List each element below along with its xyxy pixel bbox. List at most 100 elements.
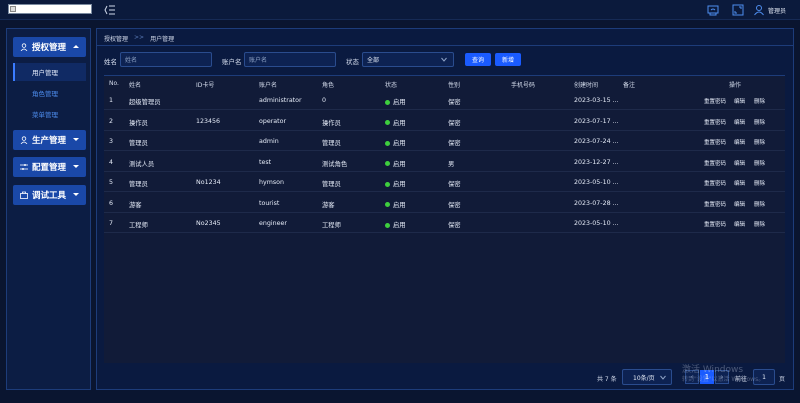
chevron-down-icon bbox=[73, 193, 79, 196]
cell-gender: 男 bbox=[448, 160, 455, 168]
edit-button[interactable]: 编辑 bbox=[734, 159, 745, 167]
admin-label[interactable]: 管理员 bbox=[768, 6, 786, 15]
edit-button[interactable]: 编辑 bbox=[734, 220, 745, 228]
cell-role: 游客 bbox=[322, 201, 335, 209]
menu-group-debug[interactable]: 调试工具 bbox=[13, 185, 86, 205]
person-icon bbox=[20, 136, 28, 144]
page-size-select[interactable]: 10条/页 bbox=[622, 369, 672, 385]
breadcrumb-root[interactable]: 授权管理 bbox=[104, 34, 128, 43]
delete-button[interactable]: 删除 bbox=[754, 179, 765, 187]
divider bbox=[97, 45, 793, 46]
status-text: 启用 bbox=[393, 181, 406, 188]
select-value: 全部 bbox=[367, 57, 380, 64]
reset-button[interactable]: 重置密码 bbox=[704, 179, 726, 187]
cell-id: No2345 bbox=[196, 220, 221, 227]
status-select[interactable]: 全部 bbox=[362, 52, 454, 67]
column-header: 操作 bbox=[729, 82, 742, 89]
cell-status: 启用 bbox=[385, 220, 406, 229]
table-row[interactable]: 7 工程师 No2345 engineer 工程师 启用 保密 2023-05-10 ... 重… bbox=[104, 213, 785, 233]
cell-no: 7 bbox=[109, 220, 114, 227]
breadcrumb: 授权管理 >> 用户管理 bbox=[104, 34, 174, 43]
edit-button[interactable]: 编辑 bbox=[734, 97, 745, 105]
add-button[interactable]: 新增 bbox=[495, 53, 521, 66]
edit-button[interactable]: 编辑 bbox=[734, 179, 745, 187]
delete-button[interactable]: 删除 bbox=[754, 220, 765, 228]
sidebar-item-role-management[interactable]: 角色管理 bbox=[13, 84, 86, 102]
status-dot-icon bbox=[385, 181, 390, 187]
status-dot-icon bbox=[385, 161, 390, 166]
table-row[interactable]: 5 管理员 No1234 hymson 管理员 启用 保密 2023-05-10 ... 重置密… bbox=[104, 172, 785, 192]
cell-account: administrator bbox=[259, 97, 302, 104]
delete-button[interactable]: 删除 bbox=[754, 118, 765, 126]
edit-button[interactable]: 编辑 bbox=[734, 118, 745, 126]
watermark-line: 转到"设置"以激活 Windows。 bbox=[682, 376, 765, 383]
user-icon[interactable] bbox=[753, 4, 765, 16]
select-value: 10条/页 bbox=[633, 374, 655, 382]
cell-no: 2 bbox=[109, 117, 114, 125]
reset-button[interactable]: 重置密码 bbox=[704, 138, 726, 146]
account-filter-label: 账户名 bbox=[222, 58, 242, 66]
table-row[interactable]: 2 操作员 123456 operator 操作员 启用 保密 2023-07-17 ... 重… bbox=[104, 111, 785, 131]
chevron-down-icon bbox=[660, 375, 666, 380]
cell-name: 操作员 bbox=[129, 119, 148, 127]
name-filter-label: 姓名 bbox=[104, 58, 117, 66]
reset-button[interactable]: 重置密码 bbox=[704, 97, 726, 105]
account-filter-input[interactable]: 账户名 bbox=[244, 52, 336, 67]
delete-button[interactable]: 删除 bbox=[754, 138, 765, 146]
cell-created: 2023-05-10 ... bbox=[574, 220, 619, 227]
delete-button[interactable]: 删除 bbox=[754, 159, 765, 167]
column-header: 性别 bbox=[448, 82, 461, 89]
table-row[interactable]: 3 管理员 admin 管理员 启用 保密 2023-07-24 ... 重置密码 编辑 删除 bbox=[104, 131, 785, 151]
cell-created: 2023-07-28 ... bbox=[574, 199, 619, 207]
menu-group-label: 生产管理 bbox=[32, 136, 67, 146]
placeholder: 账户名 bbox=[249, 57, 268, 64]
table-row[interactable]: 1 超级管理员 administrator 0 启用 保密 2023-03-15 ... 重置… bbox=[104, 90, 785, 110]
reset-button[interactable]: 重置密码 bbox=[704, 220, 726, 228]
fullscreen-icon[interactable] bbox=[732, 4, 744, 16]
delete-button[interactable]: 删除 bbox=[754, 97, 765, 105]
status-text: 启用 bbox=[393, 99, 406, 106]
sidebar-item-user-management[interactable]: 用户管理 bbox=[13, 63, 86, 81]
sidebar: 授权管理 用户管理 角色管理 菜单管理 生产管理 配置管理 调试工具 bbox=[6, 28, 91, 390]
sidebar-item-menu-management[interactable]: 菜单管理 bbox=[13, 105, 86, 123]
cell-created: 2023-07-24 ... bbox=[574, 138, 619, 145]
status-text: 启用 bbox=[393, 201, 406, 209]
status-dot-icon bbox=[385, 120, 390, 125]
menu-group-label: 调试工具 bbox=[32, 191, 67, 201]
cell-role: 0 bbox=[322, 97, 327, 104]
status-dot-icon bbox=[385, 99, 390, 105]
menu-group-production[interactable]: 生产管理 bbox=[13, 130, 86, 150]
table-row[interactable]: 6 游客 tourist 游客 启用 保密 2023-07-28 ... 重置密码 编辑 删除 bbox=[104, 193, 785, 213]
cell-gender: 保密 bbox=[448, 119, 461, 127]
cell-created: 2023-05-10 ... bbox=[574, 179, 619, 186]
name-filter-input[interactable]: 姓名 bbox=[120, 52, 212, 67]
reset-button[interactable]: 重置密码 bbox=[704, 200, 726, 208]
screen-icon[interactable] bbox=[707, 4, 719, 16]
reset-button[interactable]: 重置密码 bbox=[704, 118, 726, 126]
collapse-menu-icon[interactable] bbox=[104, 4, 116, 16]
user-table: No. 姓名 ID卡号 账户名 角色 状态 性别 手机号码 创建时间 备注 操作… bbox=[104, 75, 785, 363]
edit-button[interactable]: 编辑 bbox=[734, 138, 745, 146]
search-button[interactable]: 查询 bbox=[465, 53, 491, 66]
menu-group-config[interactable]: 配置管理 bbox=[13, 157, 86, 177]
chevron-down-icon bbox=[441, 57, 447, 62]
toolbox-icon bbox=[20, 191, 28, 199]
page-suffix: 页 bbox=[779, 376, 786, 383]
cell-account: tourist bbox=[259, 199, 280, 207]
table-row[interactable]: 4 测试人员 test 测试角色 启用 男 2023-12-27 ... 重置密码 编辑 删除 bbox=[104, 152, 785, 172]
watermark-line: 激活 Windows bbox=[682, 365, 744, 375]
column-header: 姓名 bbox=[129, 82, 142, 89]
column-header: 创建时间 bbox=[574, 82, 599, 89]
reset-button[interactable]: 重置密码 bbox=[704, 159, 726, 167]
menu-group-auth[interactable]: 授权管理 bbox=[13, 37, 86, 57]
main-panel: 授权管理 >> 用户管理 姓名 姓名 账户名 账户名 状态 全部 查询 新增 N… bbox=[96, 28, 794, 390]
cell-name: 游客 bbox=[129, 201, 142, 209]
broken-image-icon bbox=[10, 6, 16, 12]
edit-button[interactable]: 编辑 bbox=[734, 200, 745, 208]
column-header: 状态 bbox=[385, 82, 398, 89]
breadcrumb-current: 用户管理 bbox=[150, 36, 175, 43]
column-header: 角色 bbox=[322, 82, 335, 89]
delete-button[interactable]: 删除 bbox=[754, 200, 765, 208]
breadcrumb-separator: >> bbox=[134, 34, 145, 41]
status-text: 启用 bbox=[393, 222, 406, 229]
